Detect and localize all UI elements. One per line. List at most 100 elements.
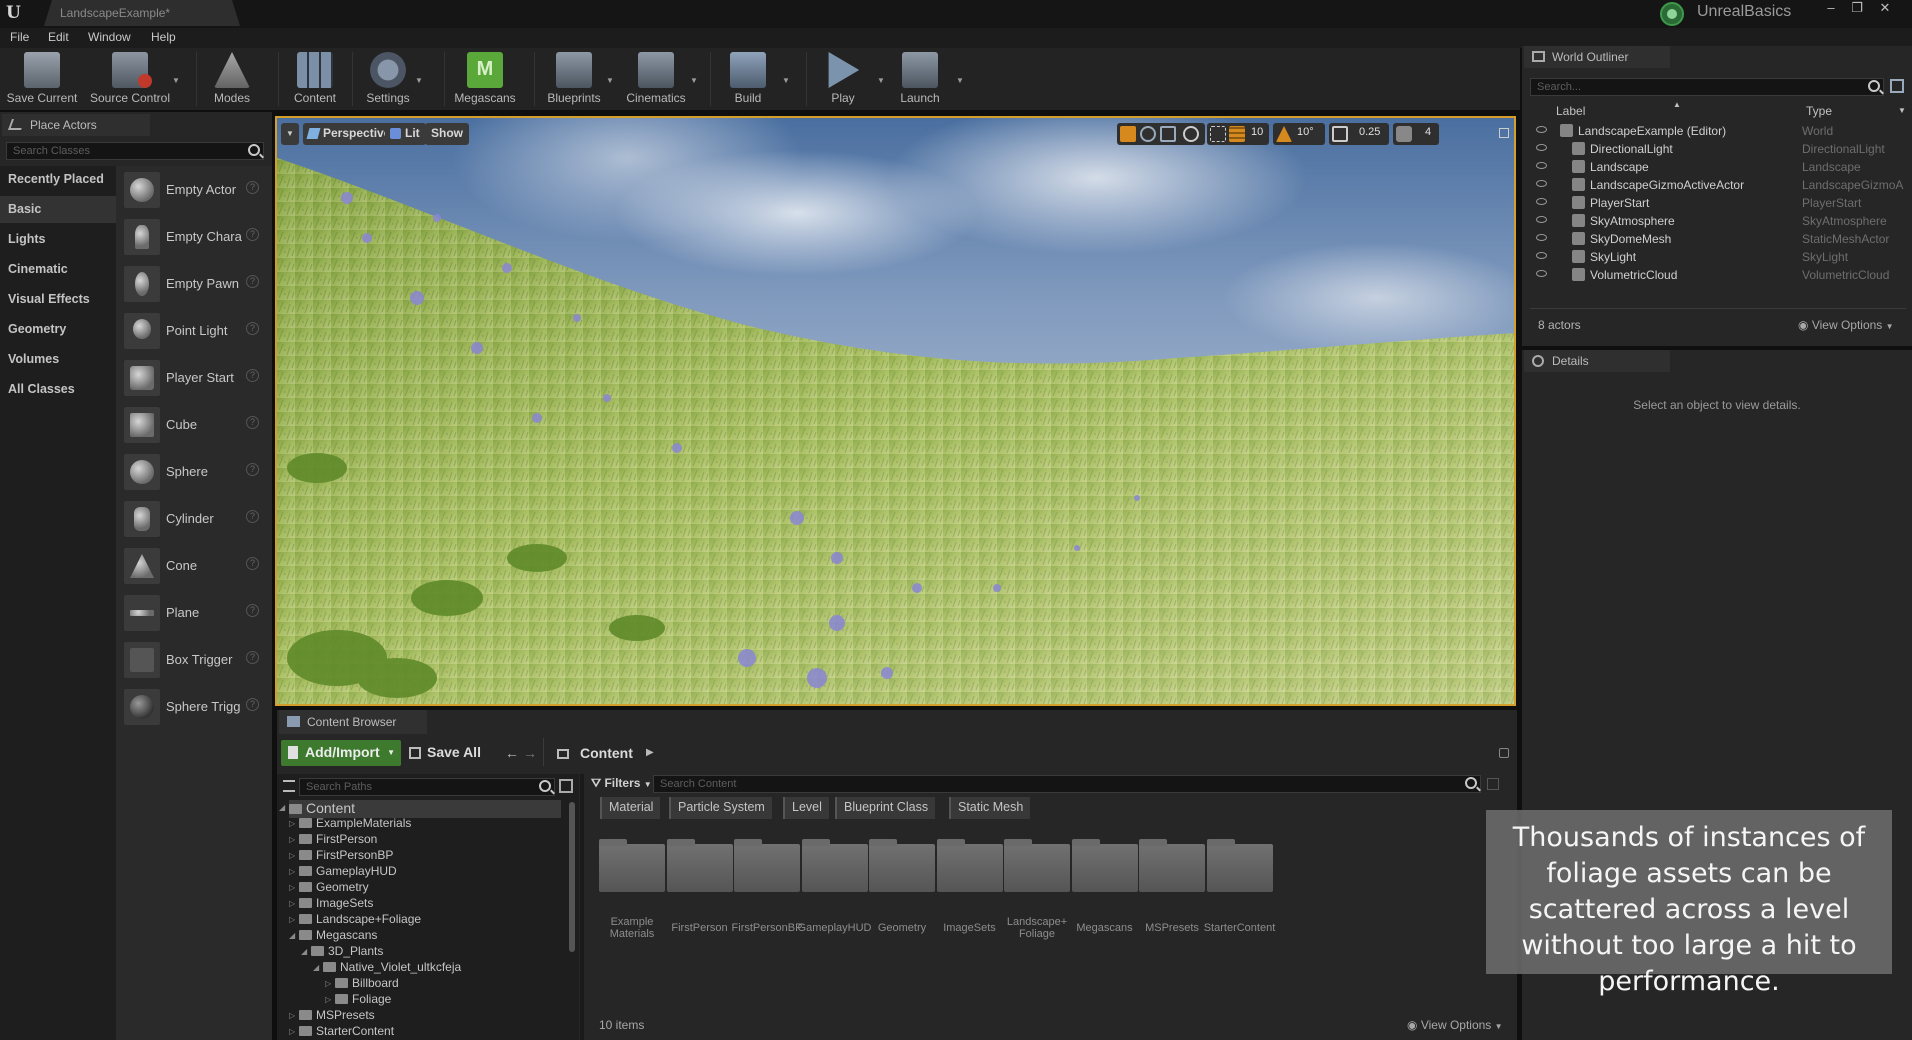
help-icon[interactable]: ? xyxy=(246,275,259,288)
grid-snap-value[interactable]: 10 xyxy=(1251,126,1263,138)
visibility-eye-icon[interactable] xyxy=(1536,144,1547,151)
outliner-view-options-button[interactable]: ◉ View Options ▼ xyxy=(1798,318,1894,332)
outliner-row[interactable]: SkyDomeMesh StaticMeshActor xyxy=(1530,230,1910,248)
type-dropdown-icon[interactable]: ▼ xyxy=(1898,106,1906,115)
visibility-eye-icon[interactable] xyxy=(1536,252,1547,259)
help-icon[interactable]: ? xyxy=(246,463,259,476)
menu-window[interactable]: Window xyxy=(88,30,131,44)
blueprints-button[interactable]: Blueprints xyxy=(538,48,610,110)
outliner-row[interactable]: VolumetricCloud VolumetricCloud xyxy=(1530,266,1910,284)
collapsed-arrow-icon[interactable]: ▷ xyxy=(289,851,295,860)
translate-tool-icon[interactable] xyxy=(1120,126,1136,142)
minimize-button[interactable]: – xyxy=(1818,0,1844,18)
source-control-button[interactable]: Source Control xyxy=(86,48,174,110)
collapsed-arrow-icon[interactable]: ▷ xyxy=(289,1011,295,1020)
save-all-button[interactable]: Save All xyxy=(409,740,481,766)
place-actors-tab[interactable]: Place Actors xyxy=(2,114,150,136)
actor-item-plane[interactable]: Plane? xyxy=(116,589,272,636)
actor-item-empty-actor[interactable]: Empty Actor? xyxy=(116,166,272,213)
actor-item-cube[interactable]: Cube? xyxy=(116,401,272,448)
tree-folder[interactable]: ▷ GameplayHUD xyxy=(289,864,397,880)
visibility-eye-icon[interactable] xyxy=(1536,216,1547,223)
save-current-button[interactable]: Save Current xyxy=(0,48,84,110)
help-icon[interactable]: ? xyxy=(246,369,259,382)
actor-item-cylinder[interactable]: Cylinder? xyxy=(116,495,272,542)
outliner-row[interactable]: SkyLight SkyLight xyxy=(1530,248,1910,266)
help-icon[interactable]: ? xyxy=(246,181,259,194)
source-control-dropdown-icon[interactable]: ▼ xyxy=(172,76,180,85)
collapsed-arrow-icon[interactable]: ▷ xyxy=(289,915,295,924)
actor-item-box-trigger[interactable]: Box Trigger? xyxy=(116,636,272,683)
tree-folder[interactable]: ▷ Geometry xyxy=(289,880,369,896)
tree-folder[interactable]: ▷ MSPresets xyxy=(289,1008,375,1024)
outliner-row[interactable]: PlayerStart PlayerStart xyxy=(1530,194,1910,212)
forward-arrow-icon[interactable]: → xyxy=(523,745,537,761)
close-button[interactable]: ✕ xyxy=(1872,0,1898,18)
expanded-arrow-icon[interactable]: ◢ xyxy=(313,963,319,972)
visibility-eye-icon[interactable] xyxy=(1536,234,1547,241)
lit-button[interactable]: Lit xyxy=(385,123,426,145)
camera-speed-icon[interactable] xyxy=(1396,126,1412,142)
play-button[interactable]: Play xyxy=(810,48,876,110)
tree-folder[interactable]: ▷ FirstPersonBP xyxy=(289,848,393,864)
maximize-viewport-icon[interactable] xyxy=(1499,128,1509,138)
details-tab[interactable]: Details xyxy=(1524,350,1670,372)
help-icon[interactable]: ? xyxy=(246,510,259,523)
help-icon[interactable]: ? xyxy=(246,604,259,617)
viewport-options-dropdown[interactable]: ▼ xyxy=(281,123,299,145)
filter-chip-blueprint-class[interactable]: Blueprint Class xyxy=(835,797,936,819)
search-content-input[interactable]: Search Content xyxy=(653,775,1481,793)
help-icon[interactable]: ? xyxy=(246,228,259,241)
tree-folder[interactable]: ▷ StarterContent xyxy=(289,1024,394,1040)
actor-item-point-light[interactable]: Point Light? xyxy=(116,307,272,354)
add-import-button[interactable]: Add/Import ▼ xyxy=(281,740,401,766)
collapsed-arrow-icon[interactable]: ▷ xyxy=(289,883,295,892)
world-space-icon[interactable] xyxy=(1183,126,1199,142)
level-document-tab[interactable]: LandscapeExample* xyxy=(44,0,240,26)
outliner-add-folder-icon[interactable] xyxy=(1890,79,1904,93)
blueprints-dropdown-icon[interactable]: ▼ xyxy=(606,76,614,85)
play-dropdown-icon[interactable]: ▼ xyxy=(877,76,885,85)
tree-folder[interactable]: ◢ 3D_Plants xyxy=(301,944,383,960)
collapsed-arrow-icon[interactable]: ▷ xyxy=(289,899,295,908)
category-lights[interactable]: Lights xyxy=(0,226,116,253)
filter-chip-material[interactable]: Material xyxy=(600,797,661,819)
build-button[interactable]: Build xyxy=(714,48,782,110)
tree-folder[interactable]: ◢ Native_Violet_ultkcfeja xyxy=(313,960,461,976)
filters-button[interactable]: ⛛ Filters ▼ xyxy=(591,776,652,791)
level-viewport[interactable]: ▼ Perspective Lit Show 10 10° 0.25 4 xyxy=(275,116,1516,706)
menu-edit[interactable]: Edit xyxy=(48,30,69,44)
rotation-snap-value[interactable]: 10° xyxy=(1297,126,1314,138)
world-outliner-tab[interactable]: World Outliner xyxy=(1524,46,1670,68)
column-label[interactable]: Label xyxy=(1556,104,1585,118)
surface-snap-icon[interactable] xyxy=(1210,126,1226,142)
collapsed-arrow-icon[interactable]: ▷ xyxy=(325,979,331,988)
column-type[interactable]: Type xyxy=(1806,104,1832,118)
outliner-row[interactable]: LandscapeExample (Editor) World xyxy=(1530,122,1910,140)
actor-item-cone[interactable]: Cone? xyxy=(116,542,272,589)
content-button[interactable]: Content xyxy=(282,48,348,110)
lock-icon[interactable] xyxy=(1499,748,1509,758)
maximize-button[interactable]: ❐ xyxy=(1844,0,1870,18)
asset-folder[interactable]: StarterContent xyxy=(1195,838,1275,948)
help-icon[interactable]: ? xyxy=(246,651,259,664)
tree-folder[interactable]: ▷ Foliage xyxy=(325,992,391,1008)
tree-folder[interactable]: ▷ FirstPerson xyxy=(289,832,377,848)
build-dropdown-icon[interactable]: ▼ xyxy=(782,76,790,85)
tree-folder[interactable]: ▷ Landscape+Foliage xyxy=(289,912,421,928)
visibility-eye-icon[interactable] xyxy=(1536,270,1547,277)
expanded-arrow-icon[interactable]: ◢ xyxy=(289,931,295,940)
visibility-eye-icon[interactable] xyxy=(1536,162,1547,169)
outliner-row[interactable]: DirectionalLight DirectionalLight xyxy=(1530,140,1910,158)
help-icon[interactable]: ? xyxy=(246,416,259,429)
collapsed-arrow-icon[interactable]: ▷ xyxy=(289,819,295,828)
expanded-arrow-icon[interactable]: ◢ xyxy=(301,947,307,956)
breadcrumb-content[interactable]: Content xyxy=(580,745,633,761)
cinematics-dropdown-icon[interactable]: ▼ xyxy=(690,76,698,85)
grid-snap-icon[interactable] xyxy=(1229,126,1245,142)
menu-help[interactable]: Help xyxy=(151,30,176,44)
content-browser-tab[interactable]: Content Browser xyxy=(279,710,427,734)
help-icon[interactable]: ? xyxy=(246,322,259,335)
launch-button[interactable]: Launch xyxy=(886,48,954,110)
outliner-row[interactable]: SkyAtmosphere SkyAtmosphere xyxy=(1530,212,1910,230)
